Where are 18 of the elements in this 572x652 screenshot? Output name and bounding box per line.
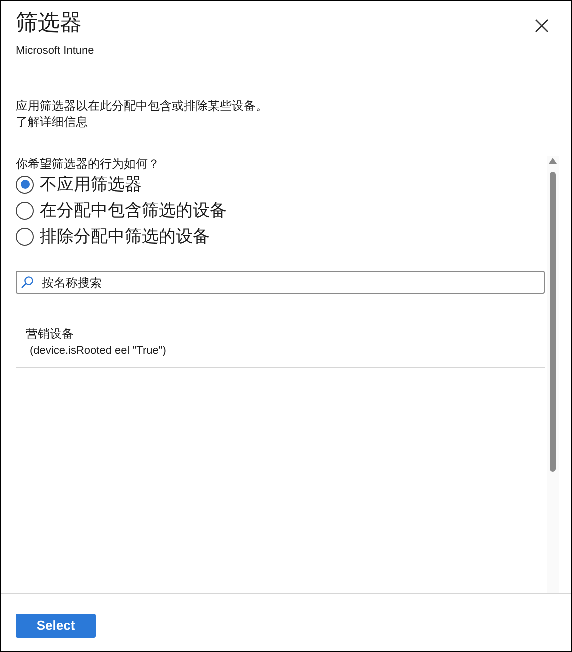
close-button[interactable] — [533, 17, 551, 35]
select-button[interactable]: Select — [16, 614, 96, 638]
filter-row[interactable]: 营销设备 (device.isRooted eel "True") — [16, 324, 545, 368]
scrollbar[interactable] — [547, 156, 559, 593]
panel-subtitle: Microsoft Intune — [16, 44, 94, 59]
learn-more-link[interactable]: 了解详细信息 — [16, 114, 88, 130]
search-field[interactable]: 按名称搜索 — [16, 271, 545, 294]
description-text: 应用筛选器以在此分配中包含或排除某些设备。 — [16, 98, 269, 114]
search-icon — [21, 276, 34, 288]
radio-button[interactable] — [16, 228, 34, 246]
radio-button[interactable] — [16, 202, 34, 220]
radio-option[interactable]: 在分配中包含筛选的设备 — [16, 198, 227, 224]
scroll-up-icon[interactable] — [549, 158, 557, 164]
question-label: 你希望筛选器的行为如何？ — [16, 156, 161, 172]
radio-option[interactable]: 排除分配中筛选的设备 — [16, 224, 210, 250]
panel-title: 筛选器 — [16, 9, 83, 37]
radio-option[interactable]: 不应用筛选器 — [16, 172, 142, 198]
radio-button[interactable] — [16, 176, 34, 194]
